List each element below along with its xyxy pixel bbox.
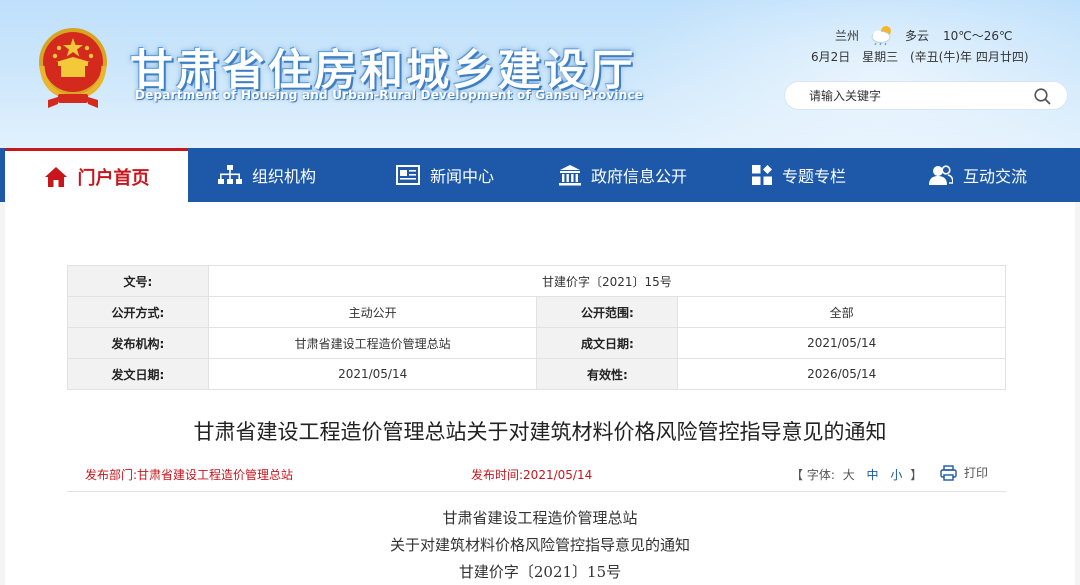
article-title: 甘肃省建设工程造价管理总站关于对建筑材料价格风险管控指导意见的通知 <box>193 420 887 444</box>
font-size-bracket: 】 <box>910 468 923 482</box>
body-line-org: 甘肃省建设工程造价管理总站 <box>442 509 638 527</box>
validity-value: 2026/05/14 <box>677 358 1006 390</box>
scope-label: 公开范围: <box>536 296 679 328</box>
nav-item-label: 政府信息公开 <box>591 167 688 186</box>
nav-item-label: 组织机构 <box>252 167 317 186</box>
divider <box>67 491 1006 492</box>
weather-temperature: 10℃～26℃ <box>943 28 1013 43</box>
weather-widget: 兰州 多云 10℃～26℃ <box>835 24 1013 46</box>
disclosure-label: 公开方式: <box>67 296 209 328</box>
publish-time: 发布时间:2021/05/14 <box>471 466 592 483</box>
nav-item-organization[interactable]: 组织机构 <box>218 148 316 202</box>
search-box <box>784 81 1068 110</box>
table-row: 文号: 甘建价字〔2021〕15号 <box>67 265 1007 297</box>
date-lunar: (辛丑(牛)年 四月廿四) <box>909 50 1029 64</box>
search-input[interactable] <box>809 88 1029 103</box>
validity-label: 有效性: <box>536 358 679 390</box>
nav-item-label: 专题专栏 <box>782 167 847 186</box>
font-size-label: 【 字体: <box>791 468 835 482</box>
publish-time-label: 发布时间: <box>471 468 524 482</box>
doc-no-label: 文号: <box>67 265 209 297</box>
disclosure-value: 主动公开 <box>207 296 538 328</box>
nav-item-news[interactable]: 新闻中心 <box>396 148 494 202</box>
font-size-medium-link[interactable]: 中 <box>867 468 879 482</box>
publish-time-value: 2021/05/14 <box>523 468 593 482</box>
issued-date-value: 2021/05/14 <box>207 358 538 390</box>
nav-item-special-topics[interactable]: 专题专栏 <box>752 148 846 202</box>
issuer-label: 发布机构: <box>67 327 209 359</box>
search-icon[interactable] <box>1034 88 1051 105</box>
doc-no-value: 甘建价字〔2021〕15号 <box>207 265 1007 297</box>
issuer-value: 甘肃省建设工程造价管理总站 <box>207 327 538 359</box>
font-size-selector: 【 字体: 大 中 小 】 <box>791 466 922 483</box>
table-row: 发文日期: 2021/05/14 有效性: 2026/05/14 <box>67 358 1006 390</box>
site-header: 甘肃省住房和城乡建设厅 Department of Housing and Ur… <box>0 0 1080 148</box>
nav-item-interaction[interactable]: 互动交流 <box>929 148 1027 202</box>
written-date-label: 成文日期: <box>536 327 679 359</box>
national-emblem-icon <box>39 28 107 108</box>
org-chart-icon <box>218 165 242 184</box>
date-display: 6月2日 星期三 (辛丑(牛)年 四月廿四) <box>811 48 1037 65</box>
weather-condition: 多云 <box>905 28 930 43</box>
font-size-small-link[interactable]: 小 <box>890 468 902 482</box>
date-weekday: 星期三 <box>862 50 899 64</box>
weather-city: 兰州 <box>835 28 860 43</box>
font-size-large-link[interactable]: 大 <box>843 468 855 482</box>
document-meta-table: 文号: 甘建价字〔2021〕15号 公开方式: 主动公开 公开范围: 全部 发布… <box>67 265 1007 390</box>
cloudy-weather-icon <box>871 26 892 46</box>
print-button[interactable]: 打印 <box>940 464 988 481</box>
table-row: 公开方式: 主动公开 公开范围: 全部 <box>67 296 1006 328</box>
site-subtitle: Department of Housing and Urban-Rural De… <box>135 88 644 102</box>
body-line-title: 关于对建筑材料价格风险管控指导意见的通知 <box>389 536 690 554</box>
publish-dept-label: 发布部门: <box>85 468 138 482</box>
grid-icon <box>752 165 772 185</box>
print-label: 打印 <box>964 466 989 480</box>
publish-dept-value: 甘肃省建设工程造价管理总站 <box>137 468 294 482</box>
body-line-doc-no: 甘建价字〔2021〕15号 <box>458 563 622 581</box>
article-content: 文号: 甘建价字〔2021〕15号 公开方式: 主动公开 公开范围: 全部 发布… <box>5 202 1075 585</box>
issued-date-label: 发文日期: <box>67 358 209 390</box>
main-nav: 门户首页 组织机构 新闻中心 政府信息公开 专题专栏 互动交流 <box>0 148 1080 202</box>
nav-item-label: 互动交流 <box>963 167 1028 186</box>
users-icon <box>929 165 953 185</box>
home-icon <box>44 166 67 187</box>
nav-item-label: 新闻中心 <box>430 167 495 186</box>
nav-item-home[interactable]: 门户首页 <box>5 148 188 202</box>
news-icon <box>396 165 420 185</box>
government-building-icon <box>559 165 581 186</box>
printer-icon <box>940 464 957 481</box>
written-date-value: 2021/05/14 <box>677 327 1006 359</box>
nav-item-label: 门户首页 <box>77 167 150 189</box>
scope-value: 全部 <box>677 296 1006 328</box>
date-day: 6月2日 <box>811 50 851 64</box>
publish-dept: 发布部门:甘肃省建设工程造价管理总站 <box>85 466 293 483</box>
table-row: 发布机构: 甘肃省建设工程造价管理总站 成文日期: 2021/05/14 <box>67 327 1006 359</box>
nav-item-gov-info[interactable]: 政府信息公开 <box>559 148 687 202</box>
